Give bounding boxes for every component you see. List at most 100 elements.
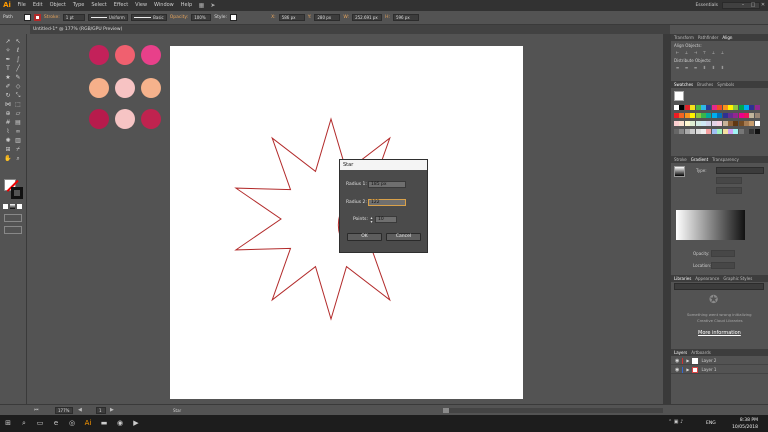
tab-align[interactable]: Align bbox=[722, 35, 732, 40]
line-tool-icon[interactable]: ╱ bbox=[13, 64, 23, 73]
swatch[interactable] bbox=[706, 105, 712, 110]
align-middle-icon[interactable]: ⊥ bbox=[710, 50, 717, 56]
task-view-icon[interactable]: ▭ bbox=[32, 415, 48, 432]
swatch[interactable] bbox=[738, 121, 744, 127]
graph-tool-icon[interactable]: ▥ bbox=[13, 136, 23, 145]
swatch[interactable] bbox=[749, 129, 755, 135]
swatch[interactable] bbox=[717, 129, 723, 135]
tab-transparency[interactable]: Transparency bbox=[712, 157, 739, 162]
layer-name[interactable]: Layer 2 bbox=[701, 358, 716, 363]
zoom-select[interactable]: 177% bbox=[55, 407, 73, 414]
swatch[interactable] bbox=[733, 105, 739, 110]
swatch[interactable] bbox=[717, 105, 723, 110]
slice-tool-icon[interactable]: ⌿ bbox=[13, 145, 23, 154]
color-circle[interactable] bbox=[141, 109, 161, 129]
distribute-right-icon[interactable]: ⫴ bbox=[719, 65, 726, 71]
swatch[interactable] bbox=[722, 113, 728, 119]
gradient-angle-input[interactable] bbox=[716, 187, 742, 194]
selection-tool-icon[interactable]: ➚ bbox=[3, 37, 13, 46]
prev-page-icon[interactable]: ◀ bbox=[78, 407, 82, 413]
gradient-tool-icon[interactable]: ▤ bbox=[13, 118, 23, 127]
menu-object[interactable]: Object bbox=[46, 0, 69, 11]
distribute-hcenter-icon[interactable]: ⫴ bbox=[710, 65, 717, 71]
width-tool-icon[interactable]: ⋈ bbox=[3, 100, 13, 109]
shaper-tool-icon[interactable]: ✐ bbox=[3, 82, 13, 91]
opacity-label[interactable]: Opacity: bbox=[170, 15, 189, 20]
curvature-tool-icon[interactable]: ∫ bbox=[13, 55, 23, 64]
close-icon[interactable]: ✕ bbox=[758, 0, 768, 11]
gradient-location-input[interactable] bbox=[711, 262, 735, 269]
tab-gradient[interactable]: Gradient bbox=[691, 157, 708, 162]
swatch[interactable] bbox=[727, 113, 733, 119]
swatch[interactable] bbox=[722, 121, 728, 127]
eyedropper-tool-icon[interactable]: ⌇ bbox=[3, 127, 13, 136]
tab-graphic-styles[interactable]: Graphic Styles bbox=[723, 276, 752, 281]
fill-swatch[interactable] bbox=[23, 14, 31, 21]
distribute-left-icon[interactable]: ⫴ bbox=[701, 65, 708, 71]
tab-transform[interactable]: Transform bbox=[674, 35, 694, 40]
swatch[interactable] bbox=[690, 105, 696, 110]
none-icon[interactable] bbox=[17, 204, 22, 209]
swatch[interactable] bbox=[733, 121, 739, 127]
page-input[interactable]: 1 bbox=[96, 407, 106, 414]
swatch[interactable] bbox=[690, 121, 696, 127]
swatch[interactable] bbox=[733, 129, 739, 135]
menu-window[interactable]: Window bbox=[151, 0, 178, 11]
align-center-icon[interactable]: ⊥ bbox=[683, 50, 690, 56]
swatch[interactable] bbox=[684, 113, 690, 119]
lasso-tool-icon[interactable]: ℓ bbox=[13, 46, 23, 55]
swatch[interactable] bbox=[684, 129, 690, 135]
gradient-icon[interactable] bbox=[10, 204, 15, 209]
swatch[interactable] bbox=[754, 105, 760, 110]
swatch[interactable] bbox=[727, 121, 733, 127]
swatch[interactable] bbox=[674, 129, 679, 135]
align-left-icon[interactable]: ⊢ bbox=[674, 50, 681, 56]
align-top-icon[interactable]: ⊤ bbox=[701, 50, 708, 56]
zoom-tool-icon[interactable]: ⌕ bbox=[13, 154, 23, 163]
menu-help[interactable]: Help bbox=[177, 0, 195, 11]
swatch[interactable] bbox=[700, 113, 706, 119]
stroke-swatch[interactable] bbox=[33, 14, 41, 21]
screen-mode-icon[interactable] bbox=[4, 226, 22, 234]
magic-wand-tool-icon[interactable]: ✧ bbox=[3, 46, 13, 55]
media-icon[interactable]: ▶ bbox=[128, 415, 144, 432]
swatch[interactable] bbox=[744, 105, 750, 110]
app-icon[interactable]: ◉ bbox=[112, 415, 128, 432]
chrome-icon[interactable]: ◎ bbox=[64, 415, 80, 432]
tab-appearance[interactable]: Appearance bbox=[695, 276, 719, 281]
radius2-input[interactable]: 122 bbox=[368, 199, 406, 206]
swatch[interactable] bbox=[733, 113, 739, 119]
color-icon[interactable] bbox=[3, 204, 8, 209]
swatch[interactable] bbox=[684, 121, 690, 127]
swatch[interactable] bbox=[711, 113, 717, 119]
color-circle[interactable] bbox=[115, 45, 135, 65]
swatch[interactable] bbox=[674, 105, 679, 110]
scale-tool-icon[interactable]: ⤡ bbox=[13, 91, 23, 100]
opacity-input[interactable]: 100% bbox=[191, 14, 212, 21]
menu-view[interactable]: View bbox=[132, 0, 151, 11]
tab-libraries[interactable]: Libraries bbox=[674, 276, 691, 281]
tab-layers[interactable]: Layers bbox=[674, 350, 687, 355]
menu-file[interactable]: File bbox=[14, 0, 29, 11]
menu-edit[interactable]: Edit bbox=[29, 0, 46, 11]
h-input[interactable]: 596 px bbox=[392, 14, 419, 21]
language-indicator[interactable]: ENG bbox=[706, 421, 716, 426]
swatch[interactable] bbox=[754, 129, 760, 135]
edge-icon[interactable]: e bbox=[48, 415, 64, 432]
swatch[interactable] bbox=[754, 113, 760, 119]
type-tool-icon[interactable]: T bbox=[3, 64, 13, 73]
symbol-sprayer-tool-icon[interactable]: ✺ bbox=[3, 136, 13, 145]
swatch[interactable] bbox=[690, 129, 696, 135]
clock[interactable]: 8:38 PM 10/05/2018 bbox=[732, 415, 758, 432]
drawing-modes-icon[interactable] bbox=[4, 214, 22, 222]
horizontal-scrollbar[interactable] bbox=[443, 408, 663, 413]
expand-icon[interactable]: ▶ bbox=[686, 358, 689, 363]
gradient-preview[interactable] bbox=[674, 166, 685, 177]
swatch[interactable] bbox=[711, 121, 717, 127]
swatch[interactable] bbox=[749, 105, 755, 110]
tab-artboards[interactable]: Artboards bbox=[691, 350, 711, 355]
swatch[interactable] bbox=[749, 121, 755, 127]
more-information-link[interactable]: More information bbox=[698, 330, 741, 336]
eye-icon[interactable]: ◉ bbox=[675, 367, 679, 373]
direct-selection-tool-icon[interactable]: ↖ bbox=[13, 37, 23, 46]
